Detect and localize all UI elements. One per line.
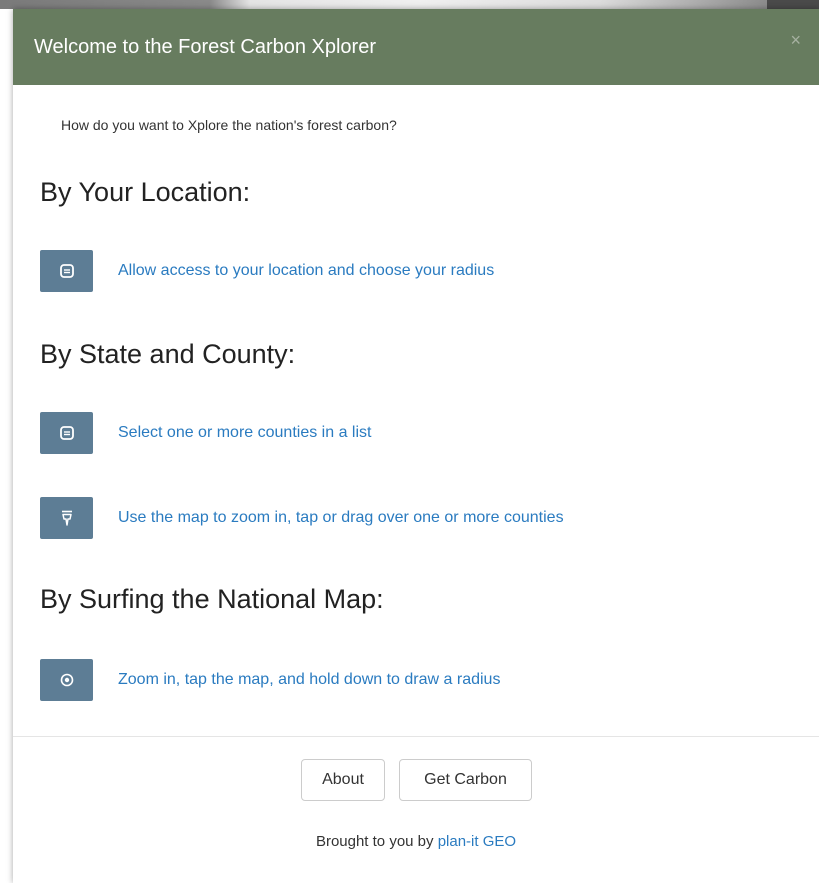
draw-radius-link[interactable]: Zoom in, tap the map, and hold down to d… — [118, 671, 500, 689]
list-icon — [59, 426, 74, 440]
allow-location-link[interactable]: Allow access to your location and choose… — [118, 262, 494, 280]
get-carbon-button[interactable]: Get Carbon — [399, 759, 532, 801]
section-heading-location: By Your Location: — [40, 177, 251, 207]
close-button[interactable]: × — [790, 29, 801, 51]
footer-divider — [13, 736, 819, 737]
option-row-location: Allow access to your location and choose… — [40, 250, 780, 292]
credit-prefix: Brought to you by — [315, 833, 434, 850]
intro-text: How do you want to Xplore the nation's f… — [61, 117, 397, 133]
modal-title: Welcome to the Forest Carbon Xplorer — [34, 36, 377, 58]
modal-header: Welcome to the Forest Carbon Xplorer × — [13, 9, 819, 85]
section-heading-state-county: By State and County: — [40, 339, 296, 369]
page-backdrop — [0, 0, 819, 9]
location-option-button[interactable] — [40, 250, 93, 292]
county-list-option-button[interactable] — [40, 412, 93, 454]
map-zoom-counties-link[interactable]: Use the map to zoom in, tap or drag over… — [118, 509, 564, 527]
option-row-map-select: Use the map to zoom in, tap or drag over… — [40, 497, 780, 539]
welcome-modal: Welcome to the Forest Carbon Xplorer × H… — [13, 9, 819, 883]
radius-icon — [60, 673, 73, 687]
section-heading-national-map: By Surfing the National Map: — [40, 584, 384, 614]
select-counties-link[interactable]: Select one or more counties in a list — [118, 424, 371, 442]
plan-it-geo-link[interactable]: plan-it GEO — [438, 833, 516, 850]
map-select-option-button[interactable] — [40, 497, 93, 539]
credits-line: Brought to you by plan-it GEO — [13, 833, 819, 850]
pointer-icon — [61, 510, 72, 526]
option-row-county-list: Select one or more counties in a list — [40, 412, 780, 454]
radius-option-button[interactable] — [40, 659, 93, 701]
about-button[interactable]: About — [301, 759, 385, 801]
location-icon — [59, 264, 74, 278]
option-row-radius: Zoom in, tap the map, and hold down to d… — [40, 659, 780, 701]
